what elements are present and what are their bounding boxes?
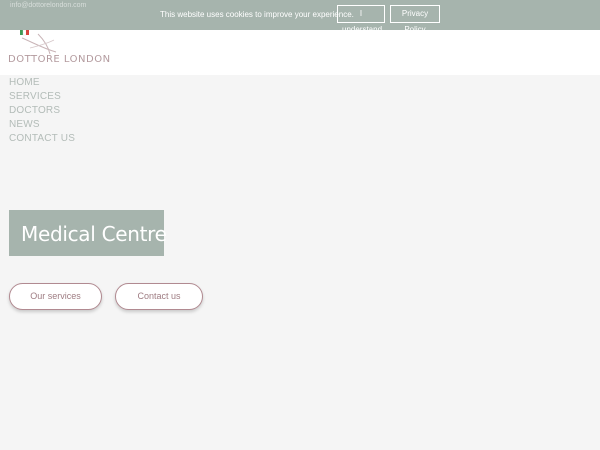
cookie-bar: info@dottorelondon.com This website uses… bbox=[0, 0, 600, 34]
privacy-policy-button[interactable]: Privacy Policy bbox=[390, 5, 440, 34]
our-services-button[interactable]: Our services bbox=[9, 283, 102, 310]
main-nav: HOME SERVICES DOCTORS NEWS CONTACT US bbox=[9, 76, 75, 146]
nav-item-doctors[interactable]: DOCTORS bbox=[9, 104, 75, 118]
logo-text: DOTTORE LONDON bbox=[8, 54, 111, 65]
top-email-link[interactable]: info@dottorelondon.com bbox=[10, 2, 86, 9]
nav-item-contact-us[interactable]: CONTACT US bbox=[9, 132, 75, 146]
nav-item-services[interactable]: SERVICES bbox=[9, 90, 75, 104]
cookie-message: This website uses cookies to improve you… bbox=[160, 10, 354, 19]
logo[interactable]: DOTTORE LONDON bbox=[8, 24, 111, 72]
hero-title: Medical Centre bbox=[21, 222, 167, 246]
contact-us-button[interactable]: Contact us bbox=[115, 283, 203, 310]
nav-item-home[interactable]: HOME bbox=[9, 76, 75, 90]
nav-item-news[interactable]: NEWS bbox=[9, 118, 75, 132]
cookie-accept-button[interactable]: I understand bbox=[337, 5, 385, 34]
hero-title-box: Medical Centre bbox=[9, 210, 167, 256]
